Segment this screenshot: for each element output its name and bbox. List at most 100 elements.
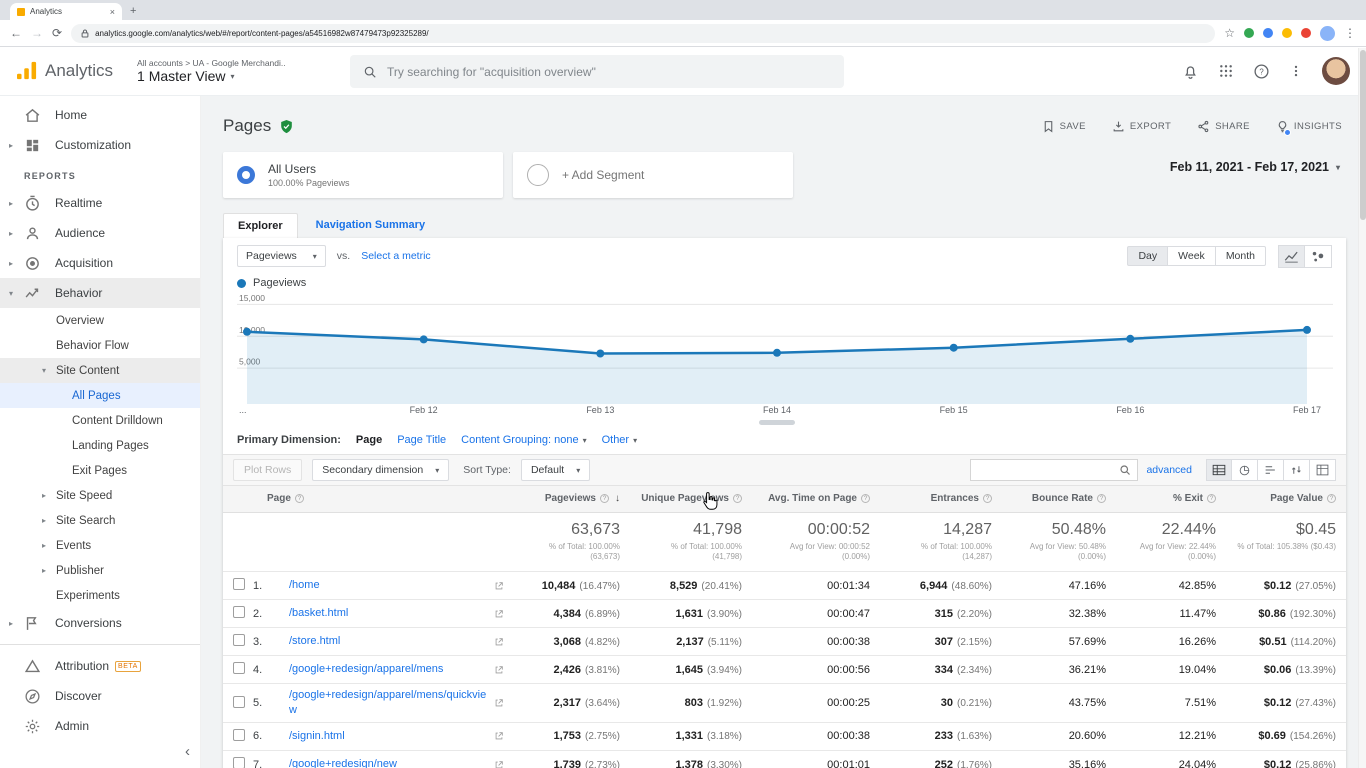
page-link[interactable]: /google+redesign/apparel/mens/quickview — [289, 688, 488, 718]
granularity-day[interactable]: Day — [1127, 246, 1169, 266]
dimension-other[interactable]: Other ▾ — [602, 434, 638, 446]
sidebar-item-overview[interactable]: Overview — [0, 308, 200, 333]
chevron-down-icon[interactable]: ▾ — [9, 289, 13, 298]
sidebar-item-behavior[interactable]: ▾ Behavior — [0, 278, 200, 308]
sidebar-item-experiments[interactable]: Experiments — [0, 583, 200, 608]
sidebar-item-site-speed[interactable]: ▸ Site Speed — [0, 483, 200, 508]
granularity-month[interactable]: Month — [1215, 246, 1266, 266]
extension-icon[interactable] — [1282, 28, 1292, 38]
scrollbar-thumb[interactable] — [1360, 50, 1366, 220]
page-link[interactable]: /google+redesign/new — [289, 757, 488, 768]
lock-icon[interactable] — [81, 29, 89, 38]
extension-icon[interactable] — [1301, 28, 1311, 38]
back-icon[interactable]: ← — [10, 27, 22, 39]
advanced-link[interactable]: advanced — [1146, 464, 1192, 476]
external-link-icon[interactable] — [494, 731, 504, 741]
chevron-right-icon[interactable]: ▸ — [9, 259, 13, 268]
column-header-entrances[interactable]: Entrances? — [880, 486, 1002, 513]
notifications-bell-icon[interactable] — [1182, 63, 1199, 80]
refresh-icon[interactable]: ⟳ — [52, 27, 62, 39]
external-link-icon[interactable] — [494, 637, 504, 647]
sort-type-dropdown[interactable]: Default ▾ — [520, 459, 591, 481]
insights-button[interactable]: INSIGHTS — [1276, 120, 1342, 136]
chevron-right-icon[interactable]: ▸ — [42, 491, 46, 500]
row-checkbox[interactable] — [233, 728, 245, 741]
metric-dropdown[interactable]: Pageviews ▾ — [237, 245, 326, 267]
performance-view-icon[interactable] — [1258, 459, 1284, 481]
chevron-right-icon[interactable]: ▸ — [9, 619, 13, 628]
share-button[interactable]: SHARE — [1197, 120, 1250, 133]
column-header-pageviews[interactable]: Pageviews? ↓ — [514, 486, 630, 513]
row-checkbox[interactable] — [233, 757, 245, 768]
motion-chart-toggle-icon[interactable] — [1305, 244, 1332, 268]
tab-close-icon[interactable]: × — [110, 7, 115, 17]
add-segment-button[interactable]: + Add Segment — [513, 152, 793, 198]
tab-explorer[interactable]: Explorer — [223, 213, 298, 238]
analytics-logo-icon[interactable] — [16, 61, 38, 81]
forward-icon[interactable]: → — [31, 27, 43, 39]
page-link[interactable]: /signin.html — [289, 729, 488, 744]
dimension-page[interactable]: Page — [356, 434, 382, 446]
secondary-dimension-dropdown[interactable]: Secondary dimension ▾ — [312, 459, 450, 481]
external-link-icon[interactable] — [494, 760, 504, 768]
sidebar-item-acquisition[interactable]: ▸ Acquisition — [0, 248, 200, 278]
global-search[interactable] — [350, 55, 844, 88]
row-checkbox[interactable] — [233, 634, 245, 647]
page-link[interactable]: /basket.html — [289, 606, 488, 621]
granularity-week[interactable]: Week — [1168, 246, 1216, 266]
apps-grid-icon[interactable] — [1218, 63, 1234, 79]
page-link[interactable]: /store.html — [289, 634, 488, 649]
sidebar-item-admin[interactable]: Admin — [0, 711, 200, 741]
sidebar-item-content-drilldown[interactable]: Content Drilldown — [0, 408, 200, 433]
chevron-right-icon[interactable]: ▸ — [42, 566, 46, 575]
chevron-down-icon[interactable]: ▾ — [42, 366, 46, 375]
sidebar-item-discover[interactable]: Discover — [0, 681, 200, 711]
browser-menu-icon[interactable]: ⋮ — [1344, 27, 1356, 39]
export-button[interactable]: EXPORT — [1112, 120, 1171, 133]
extension-icon[interactable] — [1244, 28, 1254, 38]
pageviews-trend-chart[interactable]: 5,00010,00015,000 ... Feb 12 Feb 13 Feb 14 F… — [237, 292, 1333, 426]
chevron-right-icon[interactable]: ▸ — [42, 516, 46, 525]
tab-navigation-summary[interactable]: Navigation Summary — [316, 219, 425, 231]
row-checkbox[interactable] — [233, 578, 245, 591]
chevron-right-icon[interactable]: ▸ — [9, 229, 13, 238]
page-scrollbar[interactable] — [1358, 48, 1366, 768]
row-checkbox[interactable] — [233, 606, 245, 619]
sidebar-item-site-content[interactable]: ▾ Site Content — [0, 358, 200, 383]
overflow-menu-icon[interactable] — [1289, 63, 1303, 79]
column-header-unique-pageviews[interactable]: Unique Pageviews? — [630, 486, 752, 513]
sidebar-item-conversions[interactable]: ▸ Conversions — [0, 608, 200, 638]
column-header-avg-time[interactable]: Avg. Time on Page? — [752, 486, 880, 513]
page-link[interactable]: /home — [289, 578, 488, 593]
account-switcher[interactable]: All accounts > UA - Google Merchandi.. 1… — [137, 58, 286, 84]
data-view-icon[interactable] — [1206, 459, 1232, 481]
url-bar[interactable]: analytics.google.com/analytics/web/#/rep… — [71, 23, 1216, 43]
chevron-right-icon[interactable]: ▸ — [9, 141, 13, 150]
external-link-icon[interactable] — [494, 698, 504, 708]
external-link-icon[interactable] — [494, 665, 504, 675]
pivot-view-icon[interactable] — [1310, 459, 1336, 481]
bookmark-star-icon[interactable]: ☆ — [1224, 27, 1235, 39]
column-header-page[interactable]: Page? — [223, 486, 514, 513]
page-link[interactable]: /google+redesign/apparel/mens — [289, 662, 488, 677]
product-name[interactable]: Analytics — [45, 61, 113, 81]
help-icon[interactable]: ? — [1253, 63, 1270, 80]
sidebar-item-audience[interactable]: ▸ Audience — [0, 218, 200, 248]
sidebar-item-all-pages[interactable]: All Pages — [0, 383, 200, 408]
extension-icon[interactable] — [1263, 28, 1273, 38]
timeline-scrub-handle[interactable] — [759, 420, 795, 425]
plot-rows-button[interactable]: Plot Rows — [233, 459, 303, 481]
save-button[interactable]: SAVE — [1042, 120, 1086, 133]
search-icon[interactable] — [1119, 464, 1131, 476]
sidebar-item-attribution[interactable]: Attribution BETA — [0, 651, 200, 681]
chevron-right-icon[interactable]: ▸ — [9, 199, 13, 208]
select-metric-link[interactable]: Select a metric — [361, 250, 430, 262]
browser-tab[interactable]: Analytics × — [10, 3, 122, 20]
browser-profile-avatar[interactable] — [1320, 25, 1335, 41]
sidebar-item-publisher[interactable]: ▸ Publisher — [0, 558, 200, 583]
comparison-view-icon[interactable] — [1284, 459, 1310, 481]
table-search-input[interactable] — [977, 464, 1114, 476]
sidebar-item-site-search[interactable]: ▸ Site Search — [0, 508, 200, 533]
sidebar-item-landing-pages[interactable]: Landing Pages — [0, 433, 200, 458]
line-chart-toggle-icon[interactable] — [1278, 244, 1305, 268]
